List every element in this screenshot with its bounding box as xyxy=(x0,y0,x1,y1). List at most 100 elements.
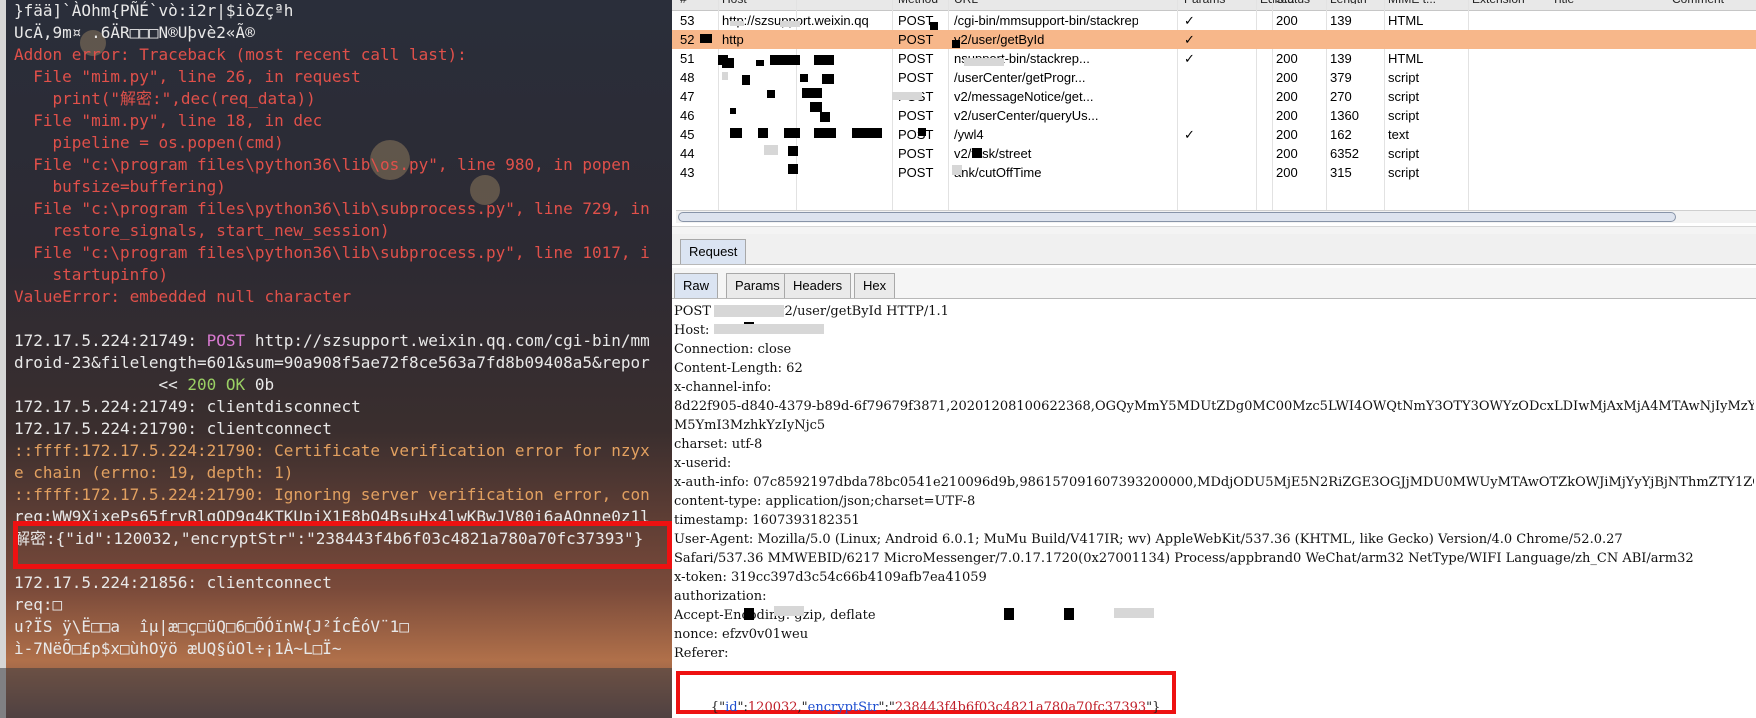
redaction-block xyxy=(952,165,962,175)
terminal-line: << 200 OK 0b xyxy=(14,374,650,396)
cell-length: 270 xyxy=(1330,89,1352,104)
terminal-line: 172.17.5.224:21856: clientconnect xyxy=(14,573,332,592)
column-header[interactable]: Params xyxy=(1184,0,1225,4)
tab-headers[interactable]: Headers xyxy=(784,273,852,298)
column-header[interactable]: Comment xyxy=(1672,0,1724,4)
request-line: User-Agent: Mozilla/5.0 (Linux; Android … xyxy=(674,532,1623,547)
terminal-line: droid-23&filelength=601&sum=90a908f5ae72… xyxy=(14,353,650,372)
table-row[interactable]: 52 http POST v2/user/getById ✓ xyxy=(672,30,1756,49)
json-close: "} xyxy=(1146,700,1161,715)
column-header[interactable]: Length xyxy=(1330,0,1367,4)
redaction-block xyxy=(810,102,822,112)
cell-url: v2/userCenter/queryUs... xyxy=(954,108,1099,123)
cell-mime: HTML xyxy=(1388,51,1424,66)
request-line: authorization: xyxy=(674,589,767,604)
cell-length: 379 xyxy=(1330,70,1352,85)
terminal-line: ::ffff:172.17.5.224:21790: Ignoring serv… xyxy=(14,485,650,504)
column-header[interactable]: Extension xyxy=(1472,0,1525,4)
table-row[interactable]: 47POSTv2/messageNotice/get...200270scrip… xyxy=(672,87,1756,106)
cell-length: 315 xyxy=(1330,165,1352,180)
cell-num: 46 xyxy=(680,108,695,123)
terminal-line: File "mim.py", line 18, in dec xyxy=(14,111,323,130)
cell-mime: text xyxy=(1388,127,1409,142)
redaction-block xyxy=(730,21,744,26)
cell-mime: script xyxy=(1388,70,1420,85)
terminal-line: 172.17.5.224:21749: POST http://szsuppor… xyxy=(14,330,650,352)
highlight-box-body: {"id":120032,"encryptStr":"238443f4b6f03… xyxy=(676,671,1176,715)
request-line: charset: utf-8 xyxy=(674,437,763,452)
tab-raw[interactable]: Raw xyxy=(674,273,719,298)
column-header[interactable]: Title xyxy=(1552,0,1574,4)
request-raw-text[interactable]: POST v2/user/getById HTTP/1.1 Host: Connec… xyxy=(674,302,1754,663)
cell-num: 44 xyxy=(680,146,695,161)
request-json-body[interactable]: {"id":120032,"encryptStr":"238443f4b6f03… xyxy=(686,685,1161,718)
terminal-line: 172.17.5.224:21790: clientconnect xyxy=(14,419,332,438)
terminal-line: ValueError: embedded null character xyxy=(14,287,352,306)
json-value-encryptstr: 238443f4b6f03c4821a780a70fc37393 xyxy=(894,700,1147,715)
request-line: Referer: xyxy=(674,646,729,661)
terminal-addr: 172.17.5.224:21749: xyxy=(14,331,207,350)
tab-hex[interactable]: Hex xyxy=(854,273,896,298)
column-header[interactable]: # xyxy=(680,0,687,4)
window-edge xyxy=(0,0,6,718)
terminal-line: print("解密:",dec(req_data)) xyxy=(14,89,316,108)
cell-mime: HTML xyxy=(1388,13,1424,28)
table-row[interactable]: 48 POST/userCenter/getProgr... 200 379 scrip… xyxy=(672,68,1756,87)
cell-url: v2/messageNotice/get... xyxy=(954,89,1094,104)
redaction-block xyxy=(714,305,784,317)
horizontal-scrollbar[interactable] xyxy=(676,210,1756,223)
terminal-line: UcÄ,9m¤ .6ÄR□□□N®Uþvè2«Ã® xyxy=(14,23,255,42)
cell-status: 200 xyxy=(1276,165,1298,180)
scrollbar-thumb[interactable] xyxy=(678,212,1676,222)
cell-status: 200 xyxy=(1276,108,1298,123)
redaction-block xyxy=(756,60,764,66)
cell-num: 47 xyxy=(680,89,695,104)
request-line: x-channel-info: xyxy=(674,380,772,395)
redaction-block xyxy=(1004,608,1014,620)
cell-num: 43 xyxy=(680,165,695,180)
redaction-block xyxy=(764,145,778,155)
terminal-url: http://szsupport.weixin.qq.com/cgi-bin/m… xyxy=(245,331,650,350)
column-header[interactable]: Host xyxy=(722,0,747,4)
redaction-block xyxy=(722,72,728,80)
proxy-history-table[interactable]: #HostMethodURLParamsEditedStatusLengthMI… xyxy=(672,0,1756,212)
table-row[interactable]: 43 POST ank/cutOffTime 200 315 script xyxy=(672,163,1756,182)
redaction-block xyxy=(814,128,836,138)
tab-request[interactable]: Request xyxy=(680,239,747,264)
redaction-block xyxy=(918,128,926,136)
cell-length: 162 xyxy=(1330,127,1352,142)
cell-host: http xyxy=(722,32,744,47)
redaction-block xyxy=(744,608,754,620)
request-line: Host: xyxy=(674,323,710,338)
table-row[interactable]: 53http://szsupport.weixin.qq....POST/cgi… xyxy=(672,11,1756,30)
cell-status: 200 xyxy=(1276,70,1298,85)
redaction-block xyxy=(964,58,1004,66)
cell-url: /ywl4 xyxy=(954,127,984,142)
column-header[interactable]: MIME t... xyxy=(1388,0,1436,4)
table-row[interactable]: 44 POST v2/task/street 200 6352 script xyxy=(672,144,1756,163)
cell-status: 200 xyxy=(1276,13,1298,28)
cell-num: 48 xyxy=(680,70,695,85)
message-tabs: Request xyxy=(672,234,1756,265)
json-value-id: 120032 xyxy=(747,700,798,715)
table-row[interactable]: 46 POST v2/userCenter/queryUs... 200 1360 scr… xyxy=(672,106,1756,125)
redaction-block xyxy=(892,92,922,100)
column-header[interactable]: URL xyxy=(954,0,978,4)
view-tabs: Raw Params Headers Hex xyxy=(672,268,1756,299)
terminal-size: 0b xyxy=(245,375,275,394)
cell-method: POST xyxy=(898,165,934,180)
tab-params[interactable]: Params xyxy=(726,273,789,298)
terminal-window[interactable]: }fää]`ÀOhm{PÑÉ`vò:i2r|$iòZçªh UcÄ,9m¤ .6Ä… xyxy=(0,0,672,718)
table-header: #HostMethodURLParamsEditedStatusLengthMI… xyxy=(672,0,1756,11)
request-line: Safari/537.36 MMWEBID/6217 MicroMessenge… xyxy=(674,551,1694,566)
cell-length: 139 xyxy=(1330,51,1352,66)
redaction-block xyxy=(814,55,834,65)
column-header[interactable]: Status xyxy=(1276,0,1310,4)
table-row[interactable]: 51 POST nsupport-bin/stackrep... ✓ 200 139 HTM… xyxy=(672,49,1756,68)
column-header[interactable]: Method xyxy=(898,0,938,4)
terminal-line: }fää]`ÀOhm{PÑÉ`vò:i2r|$iòZçªh xyxy=(14,1,294,20)
request-line: M5YmI3MzhkYzIyNjc5 xyxy=(674,418,826,433)
terminal-line: File "c:\program files\python36\lib\subp… xyxy=(14,199,650,218)
redaction-block xyxy=(788,164,798,174)
